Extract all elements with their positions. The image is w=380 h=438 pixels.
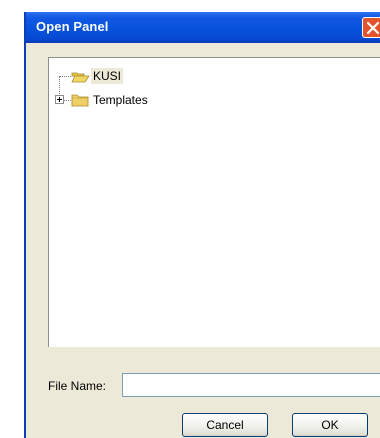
tree-item-templates[interactable]: Templates xyxy=(49,92,189,108)
folder-icon xyxy=(71,94,89,107)
tree-item-label: KUSI xyxy=(91,68,124,84)
file-name-input[interactable] xyxy=(122,373,380,397)
ok-button[interactable]: OK xyxy=(292,413,368,437)
close-button[interactable] xyxy=(362,17,380,38)
title-bar[interactable]: Open Panel xyxy=(26,12,380,43)
open-folder-icon xyxy=(71,72,90,83)
file-name-label: File Name: xyxy=(48,379,107,393)
tree-connector-line xyxy=(64,100,71,101)
cancel-button[interactable]: Cancel xyxy=(182,413,268,437)
expand-plus-icon[interactable] xyxy=(55,95,64,104)
tree-item-label: Templates xyxy=(93,93,148,107)
tree-item-kusi[interactable]: KUSI xyxy=(49,68,169,84)
open-panel-dialog: Open Panel KUSI Templates File Name: Can… xyxy=(24,12,380,438)
close-icon xyxy=(367,22,379,34)
folder-tree[interactable]: KUSI Templates xyxy=(48,57,380,347)
window-title: Open Panel xyxy=(36,19,109,34)
tree-connector-line xyxy=(59,76,71,77)
